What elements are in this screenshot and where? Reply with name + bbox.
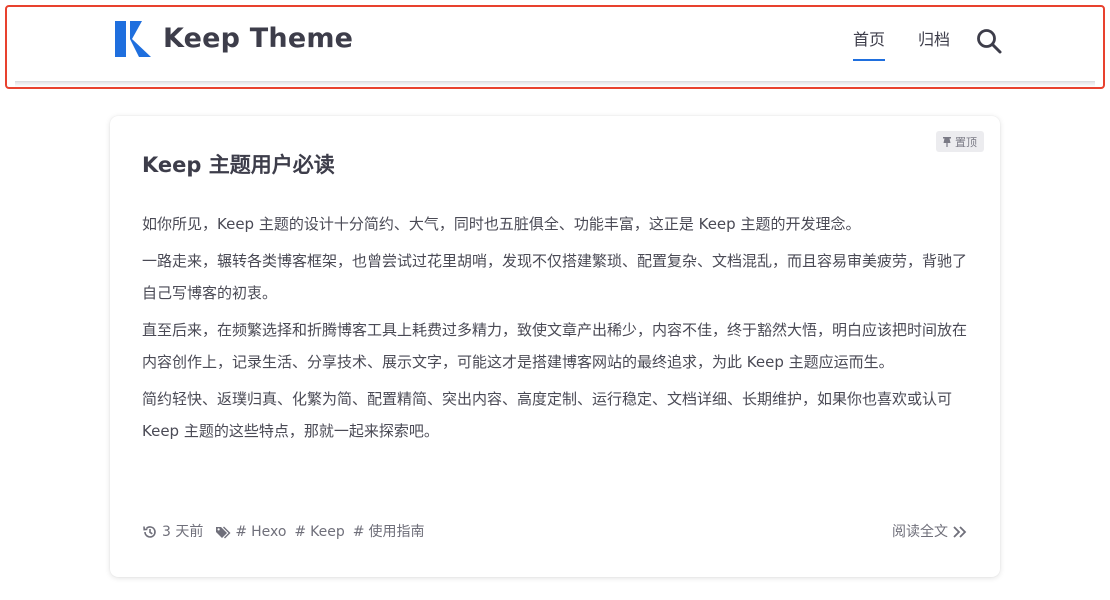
tag-link[interactable]: 使用指南 <box>369 521 425 543</box>
site-title[interactable]: Keep Theme <box>163 21 353 57</box>
paragraph: 简约轻快、返璞归真、化繁为简、配置精简、突出内容、高度定制、运行稳定、文档详细、… <box>142 390 953 440</box>
tags-icon <box>216 526 231 539</box>
header-shadow <box>15 81 1095 87</box>
hash-icon: # <box>235 524 248 540</box>
hash-icon: # <box>352 524 365 540</box>
nav-archive[interactable]: 归档 <box>918 29 950 51</box>
post-time: 3 天前 <box>162 524 204 540</box>
paragraph: 直至后来，在频繁选择和折腾博客工具上耗费过多精力，致使文章产出稀少，内容不佳，终… <box>142 321 968 371</box>
pin-icon <box>943 136 951 147</box>
history-icon <box>143 526 156 538</box>
post-title[interactable]: Keep 主题用户必读 <box>142 150 335 180</box>
post-excerpt: 如你所见，Keep 主题的设计十分简约、大气，同时也五脏俱全、功能丰富，这正是 … <box>142 208 972 452</box>
read-more-link[interactable]: 阅读全文 <box>892 521 968 543</box>
pinned-label: 置顶 <box>955 135 977 149</box>
hash-icon: # <box>294 524 307 540</box>
tag-link[interactable]: Hexo <box>251 521 286 543</box>
paragraph: 一路走来，辗转各类博客框架，也曾尝试过花里胡哨，发现不仅搭建繁琐、配置复杂、文档… <box>142 252 968 302</box>
double-chevron-right-icon[interactable] <box>952 524 968 540</box>
tag-link[interactable]: Keep <box>310 521 345 543</box>
keep-logo-icon[interactable] <box>115 21 151 57</box>
nav-home[interactable]: 首页 <box>853 29 886 61</box>
read-more-label[interactable]: 阅读全文 <box>892 521 948 543</box>
post-card: 置顶 Keep 主题用户必读 如你所见，Keep 主题的设计十分简约、大气，同时… <box>110 116 1000 577</box>
site-header: Keep Theme 首页 归档 <box>5 5 1105 89</box>
search-icon[interactable] <box>975 27 1003 55</box>
pinned-badge: 置顶 <box>936 131 984 152</box>
paragraph: 如你所见，Keep 主题的设计十分简约、大气，同时也五脏俱全、功能丰富，这正是 … <box>142 215 861 233</box>
post-meta: 3 天前 # Hexo # Keep # 使用指南 <box>142 521 433 543</box>
